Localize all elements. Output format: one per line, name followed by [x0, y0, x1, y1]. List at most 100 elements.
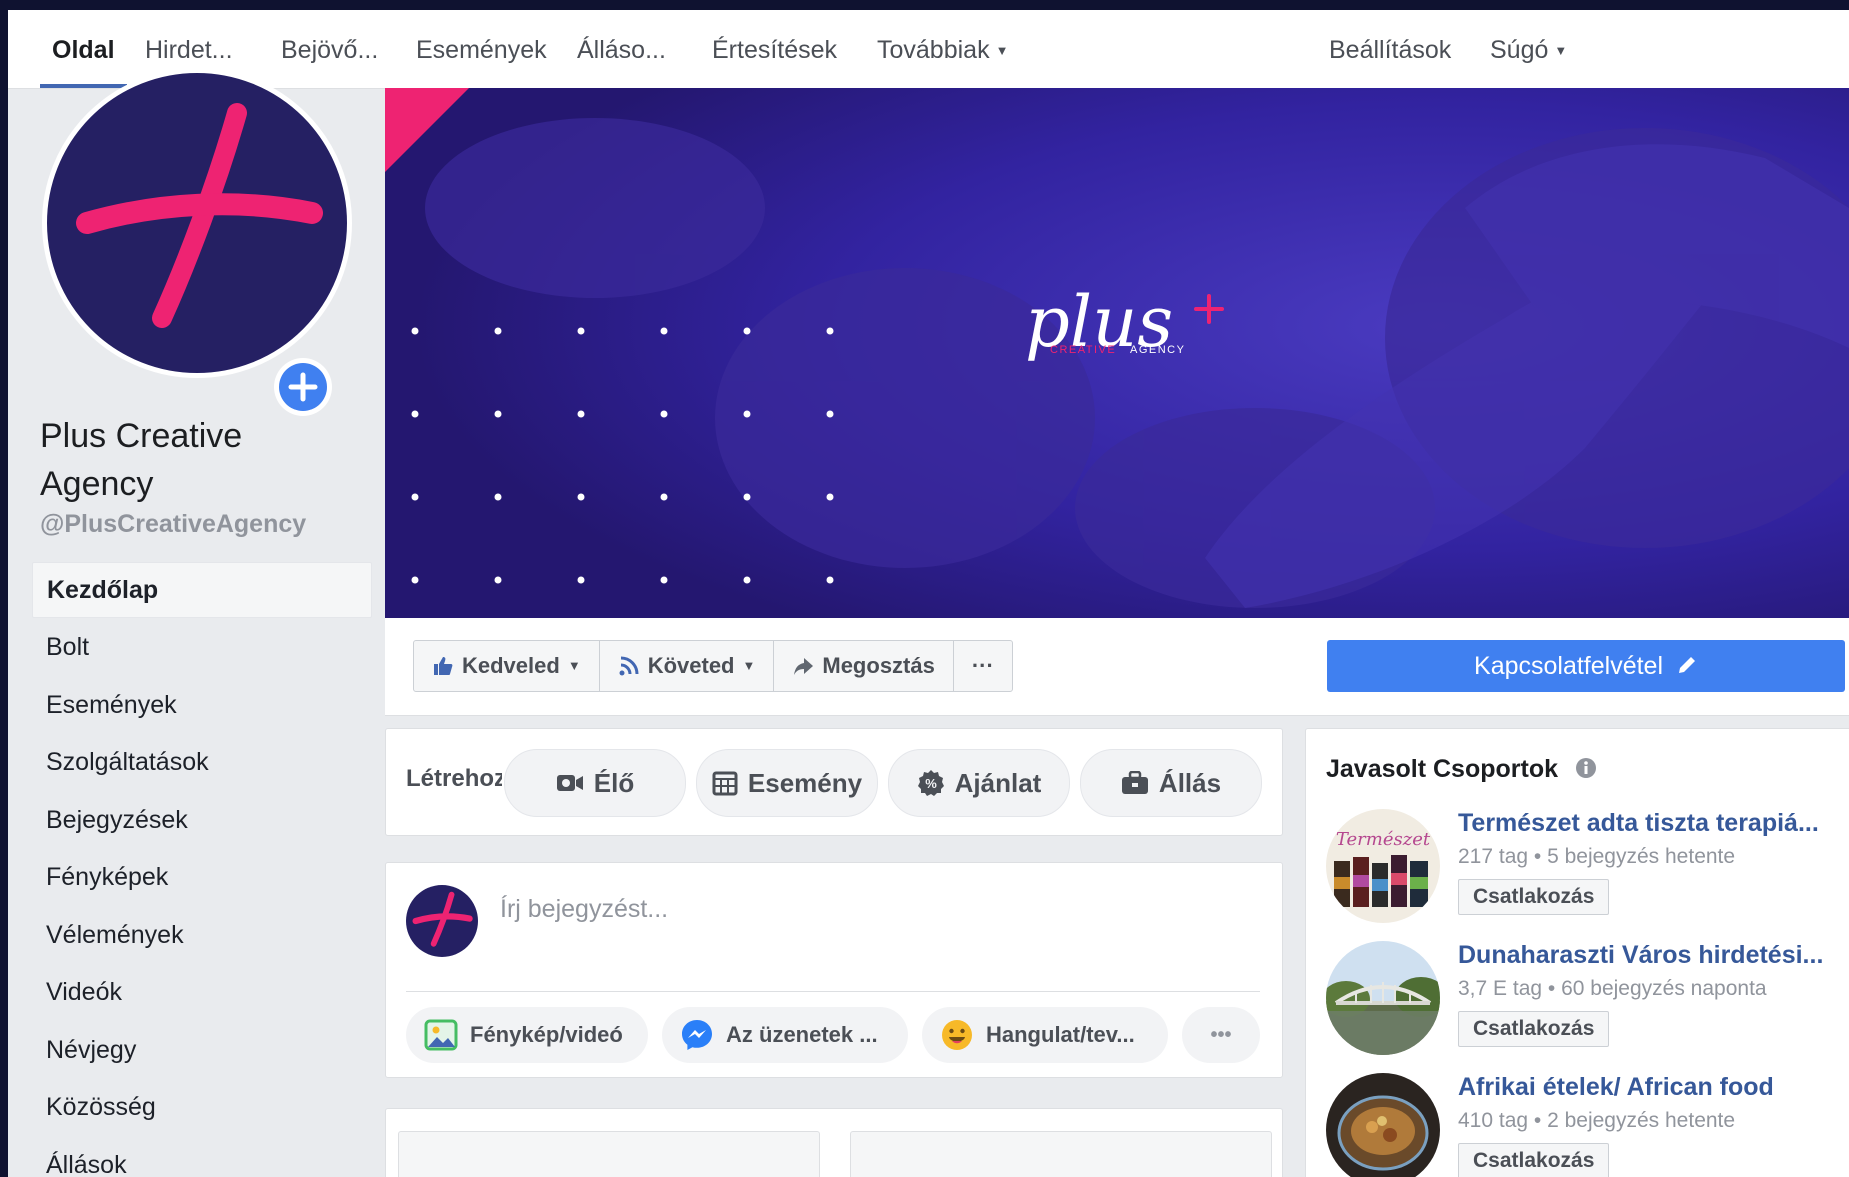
create-job-label: Állás: [1158, 767, 1222, 798]
follow-label: Követed: [647, 653, 735, 678]
update-profile-picture-button[interactable]: [274, 358, 332, 416]
caret-down-icon: ▼: [1554, 43, 1568, 59]
sidebar-item-kozosseg[interactable]: Közösség: [32, 1078, 372, 1136]
group-thumbnail[interactable]: Természet: [1326, 809, 1440, 923]
page-sidebar-nav: Kezdőlap Bolt Események Szolgáltatások B…: [32, 562, 372, 1177]
contact-button[interactable]: Kapcsolatfelvétel: [1327, 640, 1845, 692]
calendar-icon: [712, 771, 738, 796]
page-title[interactable]: Plus Creative Agency: [40, 412, 310, 508]
composer-more-button[interactable]: •••: [1182, 1007, 1260, 1063]
more-dots-icon: ···: [971, 653, 994, 678]
suggested-groups-title: Javasolt Csoportok: [1326, 755, 1597, 784]
suggested-group-item: Dunaharaszti Város hirdetési... 3,7 E ta…: [1326, 941, 1846, 1061]
sidebar-item-szolgaltatasok[interactable]: Szolgáltatások: [32, 733, 372, 791]
plus-logo-icon: [412, 891, 473, 947]
create-event-label: Esemény: [747, 767, 863, 798]
create-offer-button[interactable]: % Ajánlat: [888, 749, 1070, 817]
join-group-button[interactable]: Csatlakozás: [1458, 879, 1610, 915]
tab-sugo-label: Súgó: [1490, 36, 1549, 64]
profile-picture-area: [42, 68, 372, 416]
feeling-activity-label: Hangulat/tev...: [986, 1022, 1135, 1047]
suggested-groups-title-text: Javasolt Csoportok: [1326, 755, 1559, 783]
thumbs-up-icon: [434, 657, 453, 675]
create-live-label: Élő: [593, 767, 635, 798]
video-camera-icon: [556, 775, 583, 791]
messenger-icon: [682, 1020, 712, 1050]
create-label: Létrehozás: [406, 765, 502, 792]
sidebar-item-videok[interactable]: Videók: [32, 963, 372, 1021]
info-icon[interactable]: [1575, 757, 1597, 779]
page-action-buttons: Kedveled ▼ Követed ▼ Megosztás ···: [413, 640, 1013, 692]
group-name-link[interactable]: Dunaharaszti Város hirdetési...: [1458, 941, 1848, 970]
sidebar-item-velemenyek[interactable]: Vélemények: [32, 906, 372, 964]
group-thumb-text: Természet: [1336, 829, 1431, 850]
profile-picture[interactable]: [42, 68, 352, 378]
svg-text:%: %: [925, 776, 937, 791]
more-dots-icon: •••: [1210, 1023, 1232, 1046]
share-arrow-icon: [794, 658, 814, 675]
suggested-group-item: Természet Természet adta tiszta terapiá.…: [1326, 809, 1846, 929]
photo-video-label: Fénykép/videó: [470, 1022, 623, 1047]
tab-tovabbiak[interactable]: Továbbiak ▼: [877, 10, 1008, 88]
cover-logo-sub-agency: AGENCY: [1130, 344, 1185, 356]
create-card: Létrehozás Élő Esemény % Ajánlat Állás: [385, 728, 1283, 836]
suggested-groups-card: Javasolt Csoportok Természet Természet a…: [1305, 728, 1849, 1177]
follow-button[interactable]: Követed ▼: [600, 641, 775, 691]
create-job-button[interactable]: Állás: [1080, 749, 1262, 817]
instagram-tile[interactable]: [850, 1131, 1272, 1177]
create-live-button[interactable]: Élő: [504, 749, 686, 817]
post-input[interactable]: Írj bejegyzést...: [500, 895, 668, 924]
tab-esemenyek[interactable]: Események: [416, 10, 547, 88]
post-composer: Írj bejegyzést... Fénykép/videó Az üzene…: [385, 862, 1283, 1078]
cover-illustration: plus CREATIVE AGENCY: [385, 88, 1849, 618]
group-meta: 410 tag • 2 bejegyzés hetente: [1458, 1109, 1736, 1132]
caret-down-icon: ▼: [995, 43, 1009, 59]
messages-label: Az üzenetek ...: [726, 1022, 878, 1047]
group-thumbnail[interactable]: [1326, 941, 1440, 1055]
plus-logo-icon: [76, 103, 323, 328]
tab-beallitasok[interactable]: Beállítások: [1329, 10, 1451, 88]
tab-allasok[interactable]: Álláso...: [577, 10, 666, 88]
caret-down-icon: ▼: [742, 658, 756, 673]
tab-ertesitesek[interactable]: Értesítések: [712, 10, 837, 88]
messages-button[interactable]: Az üzenetek ...: [662, 1007, 908, 1063]
contact-label: Kapcsolatfelvétel: [1474, 652, 1664, 680]
group-meta: 3,7 E tag • 60 bejegyzés naponta: [1458, 977, 1767, 1000]
like-label: Kedveled: [462, 653, 560, 678]
pencil-icon: [1678, 657, 1695, 673]
share-label: Megosztás: [822, 653, 935, 678]
composer-avatar: [406, 885, 478, 957]
cover-logo-sub-creative: CREATIVE: [1050, 344, 1116, 356]
more-options-button[interactable]: ···: [954, 641, 1012, 691]
join-group-button[interactable]: Csatlakozás: [1458, 1143, 1610, 1177]
create-event-button[interactable]: Esemény: [696, 749, 878, 817]
sidebar-item-nevjegy[interactable]: Névjegy: [32, 1021, 372, 1079]
group-thumbnail[interactable]: [1326, 1073, 1440, 1177]
share-button[interactable]: Megosztás: [774, 641, 954, 691]
sidebar-item-bolt[interactable]: Bolt: [32, 618, 372, 676]
sidebar-item-fenykepek[interactable]: Fényképek: [32, 848, 372, 906]
shop-tile[interactable]: [398, 1131, 820, 1177]
sidebar-item-bejegyzesek[interactable]: Bejegyzések: [32, 791, 372, 849]
sidebar-item-allasok[interactable]: Állások: [32, 1136, 372, 1177]
tab-tovabbiak-label: Továbbiak: [877, 36, 990, 64]
plus-icon: [279, 363, 327, 411]
shop-services-card: [385, 1108, 1283, 1177]
page-action-bar: Kedveled ▼ Követed ▼ Megosztás ··· Kapcs…: [385, 618, 1849, 716]
briefcase-icon: [1121, 771, 1148, 794]
feeling-activity-button[interactable]: Hangulat/tev...: [922, 1007, 1168, 1063]
group-name-link[interactable]: Afrikai ételek/ African food: [1458, 1073, 1848, 1102]
facebook-page-frame: Oldal Hirdet... Bejövő... Események Állá…: [8, 10, 1849, 1177]
page-handle[interactable]: @PlusCreativeAgency: [40, 510, 306, 539]
suggested-group-item: Afrikai ételek/ African food 410 tag • 2…: [1326, 1073, 1846, 1177]
join-group-button[interactable]: Csatlakozás: [1458, 1011, 1610, 1047]
like-button[interactable]: Kedveled ▼: [414, 641, 600, 691]
rss-follow-icon: [619, 656, 639, 676]
sidebar-item-esemenyek[interactable]: Események: [32, 676, 372, 734]
cover-photo[interactable]: plus CREATIVE AGENCY: [385, 88, 1849, 618]
photo-video-button[interactable]: Fénykép/videó: [406, 1007, 648, 1063]
create-offer-label: Ajánlat: [954, 767, 1042, 798]
group-name-link[interactable]: Természet adta tiszta terapiá...: [1458, 809, 1848, 838]
tab-sugo[interactable]: Súgó ▼: [1490, 10, 1567, 88]
sidebar-item-kezdolap[interactable]: Kezdőlap: [32, 562, 372, 618]
